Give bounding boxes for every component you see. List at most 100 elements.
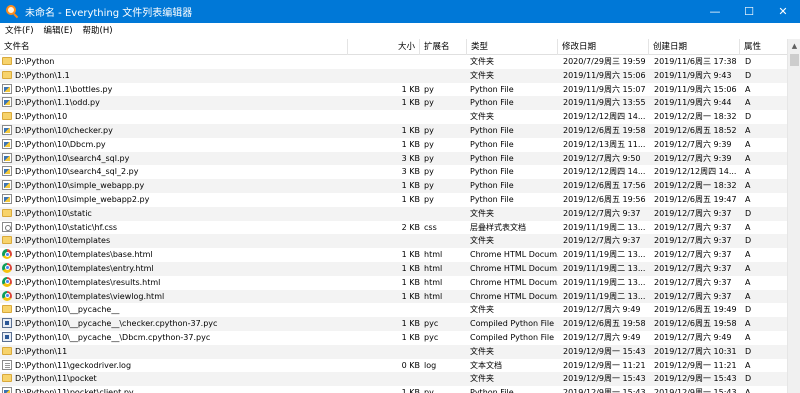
- table-row[interactable]: D:\Python\10\templates\entry.html 1 KB htm…: [0, 261, 787, 276]
- cell-name: D:\Python\10\templates\entry.html: [2, 262, 390, 276]
- folder-icon: [2, 112, 12, 121]
- column-header-size[interactable]: 大小: [348, 39, 420, 55]
- cell-modified: 2019/11/19周二 13...: [563, 263, 646, 273]
- cell-attr: A: [745, 222, 751, 232]
- cell-size: 1 KB: [401, 98, 420, 108]
- table-row[interactable]: D:\Python\10\checker.py 1 KB py Python File…: [0, 123, 787, 138]
- cell-type: Chrome HTML Docum...: [470, 277, 558, 287]
- cell-modified: 2019/12/12周四 14...: [563, 112, 646, 122]
- cell-type: 文件夹: [470, 112, 494, 122]
- cell-size: 0 KB: [401, 360, 420, 370]
- cell-type: Python File: [470, 181, 514, 191]
- column-header-name[interactable]: 文件名: [0, 39, 348, 55]
- table-row[interactable]: D:\Python 文件夹 2020/7/29周三 19:59 2019/11/6周三…: [0, 55, 787, 69]
- cell-name: D:\Python\10\checker.py: [2, 124, 390, 138]
- cell-modified: 2019/11/19周二 13...: [563, 277, 646, 287]
- table-row[interactable]: D:\Python\10\simple_webapp.py 1 KB py Pytho…: [0, 179, 787, 193]
- cell-name: D:\Python\1.1\bottles.py: [2, 83, 390, 97]
- folder-icon: [2, 374, 12, 383]
- cell-ext: py: [424, 194, 434, 204]
- cell-created: 2019/12/2周一 18:32: [654, 112, 737, 122]
- cell-type: 文件夹: [470, 70, 494, 80]
- cell-size: 1 KB: [401, 263, 420, 273]
- cell-created: 2019/12/7周六 9:37: [654, 208, 732, 218]
- minimize-button[interactable]: —: [698, 0, 732, 23]
- vertical-scrollbar[interactable]: ▲: [787, 39, 800, 393]
- cell-ext: py: [424, 84, 434, 94]
- cell-created: 2019/12/9周一 15:43: [654, 388, 737, 393]
- column-header-created[interactable]: 创建日期: [649, 39, 740, 55]
- cell-ext: css: [424, 222, 437, 232]
- menu-file[interactable]: 文件(F): [0, 23, 39, 39]
- table-row[interactable]: D:\Python\10\templates 文件夹 2019/12/7周六 9:3…: [0, 234, 787, 249]
- cell-created: 2019/12/6周五 18:52: [654, 125, 737, 135]
- cell-size: 1 KB: [401, 84, 420, 94]
- menu-help[interactable]: 帮助(H): [78, 23, 118, 39]
- scroll-up-arrow-icon[interactable]: ▲: [788, 39, 800, 53]
- maximize-button[interactable]: ☐: [732, 0, 766, 23]
- table-row[interactable]: D:\Python\10\static\hf.css 2 KB css 层叠样式表文档…: [0, 221, 787, 235]
- column-header-type[interactable]: 类型: [467, 39, 558, 55]
- cell-created: 2019/12/12周四 14...: [654, 167, 737, 177]
- folder-icon: [2, 305, 12, 314]
- scroll-thumb[interactable]: [790, 54, 799, 66]
- cell-ext: py: [424, 125, 434, 135]
- cell-created: 2019/11/9周六 15:06: [654, 84, 737, 94]
- table-row[interactable]: D:\Python\10\templates\viewlog.html 1 KB h…: [0, 289, 787, 304]
- table-row[interactable]: D:\Python\11 文件夹 2019/12/9周一 15:43 2019/12/…: [0, 344, 787, 359]
- table-row[interactable]: D:\Python\10\templates\base.html 1 KB html…: [0, 248, 787, 262]
- folder-icon: [2, 70, 12, 79]
- cell-name: D:\Python\11: [2, 345, 390, 359]
- column-header-modified[interactable]: 修改日期: [558, 39, 649, 55]
- table-row[interactable]: D:\Python\1.1\bottles.py 1 KB py Python Fil…: [0, 83, 787, 97]
- cell-modified: 2019/11/19周二 13...: [563, 222, 646, 232]
- cell-attr: A: [745, 153, 751, 163]
- table-row[interactable]: D:\Python\10\search4_sql.py 3 KB py Python …: [0, 151, 787, 166]
- file-path: D:\Python\10\static\hf.css: [15, 222, 118, 232]
- table-row[interactable]: D:\Python\10\simple_webapp2.py 1 KB py Pyth…: [0, 193, 787, 207]
- cell-type: Python File: [470, 84, 514, 94]
- table-row[interactable]: D:\Python\10\__pycache__ 文件夹 2019/12/7周六 9…: [0, 303, 787, 317]
- cell-size: 3 KB: [401, 153, 420, 163]
- table-row[interactable]: D:\Python\10\__pycache__\Dbcm.cpython-37…: [0, 331, 787, 345]
- table-row[interactable]: D:\Python\10\search4_sql_2.py 3 KB py Pytho…: [0, 165, 787, 179]
- table-row[interactable]: D:\Python\1.1 文件夹 2019/11/9周六 15:06 2019/11…: [0, 68, 787, 83]
- cell-created: 2019/12/9周一 15:43: [654, 374, 737, 384]
- column-header-ext[interactable]: 扩展名: [420, 39, 467, 55]
- cell-ext: [424, 234, 466, 248]
- menu-edit[interactable]: 编辑(E): [39, 23, 78, 39]
- magnifier-icon: [6, 5, 19, 19]
- file-path: D:\Python\10\templates\viewlog.html: [15, 291, 165, 301]
- cell-type: 层叠样式表文档: [470, 222, 526, 232]
- cell-ext: py: [424, 153, 434, 163]
- cell-attr: A: [745, 125, 751, 135]
- close-button[interactable]: ✕: [766, 0, 800, 23]
- folder-icon: [2, 236, 12, 245]
- table-row[interactable]: D:\Python\11\geckodriver.log 0 KB log 文本文档 2…: [0, 359, 787, 373]
- cell-name: D:\Python\10\static: [2, 207, 390, 221]
- table-row[interactable]: D:\Python\10\templates\results.html 1 KB h…: [0, 276, 787, 290]
- cell-ext: [424, 207, 466, 221]
- cell-size: 1 KB: [401, 125, 420, 135]
- cell-modified: 2019/12/7周六 9:37: [563, 208, 641, 218]
- cell-type: Python File: [470, 125, 514, 135]
- file-path: D:\Python\10\templates\entry.html: [15, 263, 154, 273]
- cell-ext: [424, 372, 466, 386]
- table-row[interactable]: D:\Python\11\pocket\client.py 1 KB py Pytho…: [0, 386, 787, 393]
- cell-attr: D: [745, 236, 752, 246]
- cell-modified: 2019/12/7周六 9:37: [563, 236, 641, 246]
- table-row[interactable]: D:\Python\10\static 文件夹 2019/12/7周六 9:37 20…: [0, 206, 787, 221]
- cell-name: D:\Python\1.1\odd.py: [2, 96, 390, 110]
- table-row[interactable]: D:\Python\10\Dbcm.py 1 KB py Python File 201…: [0, 138, 787, 152]
- cell-modified: 2019/11/9周六 15:06: [563, 70, 646, 80]
- table-row[interactable]: D:\Python\1.1\odd.py 1 KB py Python File 201…: [0, 96, 787, 111]
- cell-type: Chrome HTML Docum...: [470, 263, 558, 273]
- table-row[interactable]: D:\Python\10\__pycache__\checker.cpython…: [0, 317, 787, 331]
- column-header-attr[interactable]: 属性: [740, 39, 787, 55]
- cell-size: [385, 207, 420, 221]
- table-row[interactable]: D:\Python\11\pocket 文件夹 2019/12/9周一 15:43 2…: [0, 372, 787, 387]
- table-row[interactable]: D:\Python\10 文件夹 2019/12/12周四 14... 2019/12…: [0, 110, 787, 124]
- cell-type: Python File: [470, 139, 514, 149]
- cell-created: 2019/11/9周六 9:43: [654, 70, 732, 80]
- cell-ext: html: [424, 291, 443, 301]
